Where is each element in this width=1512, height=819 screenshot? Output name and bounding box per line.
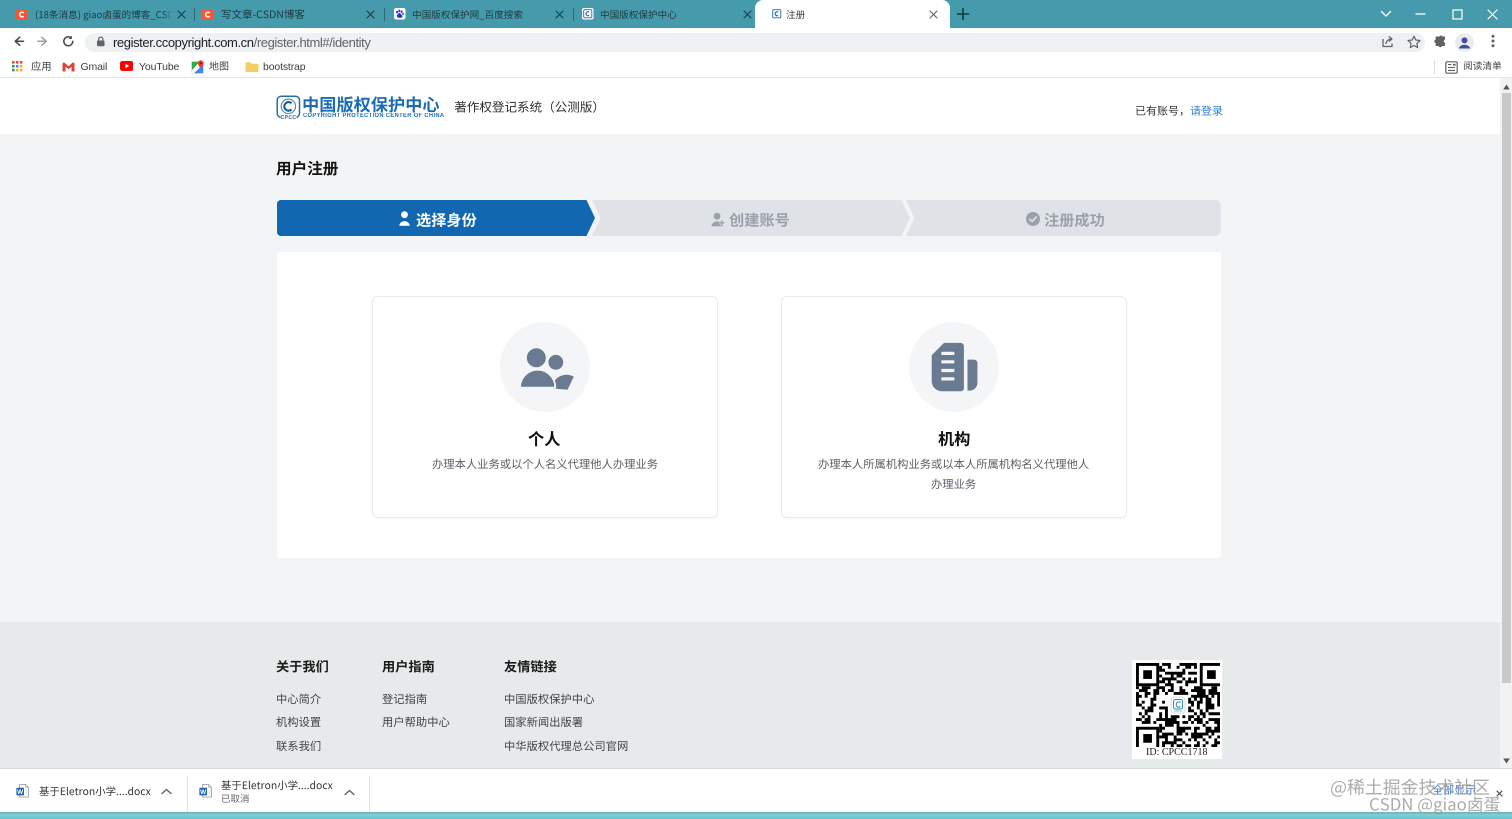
svg-text:CPCC: CPCC [281, 115, 297, 121]
svg-text:CPCC: CPCC [1174, 709, 1181, 713]
svg-text:W: W [17, 789, 24, 796]
svg-text:W: W [200, 789, 207, 796]
